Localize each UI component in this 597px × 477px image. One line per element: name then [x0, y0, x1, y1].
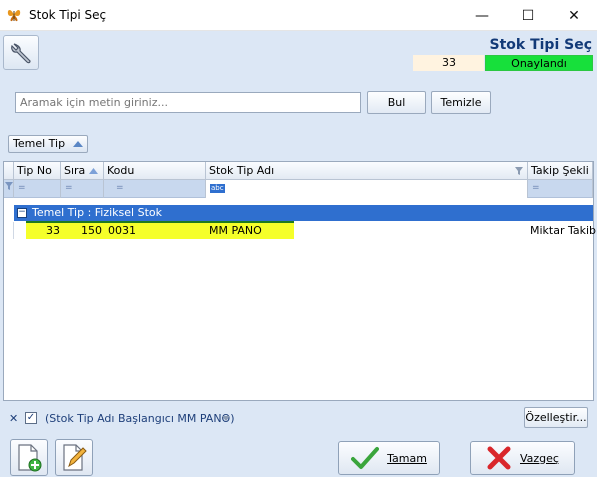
row-indicator [4, 222, 14, 239]
find-button[interactable]: Bul [367, 91, 426, 114]
column-header-sira[interactable]: Sıra [61, 162, 104, 180]
checkmark-icon [351, 447, 380, 469]
cell-kodu: 0031 [108, 224, 136, 237]
close-filter-icon[interactable]: ✕ [9, 412, 18, 425]
cancel-button[interactable]: Vazgeç [470, 441, 575, 475]
filter-row-icon [4, 180, 14, 198]
add-document-icon [18, 443, 42, 471]
sort-ascending-icon [89, 168, 98, 174]
butterfly-icon [7, 10, 21, 22]
column-header-takip-sekli[interactable]: Takip Şekli [528, 162, 593, 180]
filter-cell-takip-sekli[interactable]: = [528, 180, 593, 198]
filter-cell-tip-no[interactable]: = [14, 180, 61, 198]
search-input[interactable] [15, 92, 361, 113]
filter-enabled-checkbox[interactable]: ✓ [25, 412, 37, 424]
column-header-stok-tip-adi[interactable]: Stok Tip Adı [206, 162, 528, 180]
row-indicator-header [4, 162, 14, 180]
record-count: 33 [413, 55, 484, 71]
filter-cell-kodu[interactable]: = [104, 180, 206, 198]
collapse-icon[interactable]: − [17, 208, 27, 218]
ok-button[interactable]: Tamam [338, 441, 440, 475]
customize-button[interactable]: Özelleştir... [524, 407, 588, 428]
chevron-down-icon[interactable] [222, 416, 230, 421]
group-row[interactable]: − Temel Tip : Fiziksel Stok [14, 205, 593, 221]
minimize-button[interactable]: — [459, 0, 505, 31]
edit-document-icon [63, 443, 87, 471]
data-grid: Tip No Sıra Kodu Stok Tip Adı Takip Şekl… [3, 161, 597, 401]
auto-filter-row: = = = abc = [4, 180, 593, 198]
filter-panel: ✕ ✓ (Stok Tip Adı Başlangıcı MM PANO) Öz… [0, 406, 597, 431]
text-filter-icon: abc [210, 184, 225, 193]
status-badge: Onaylandı [485, 55, 593, 71]
title-bar: Stok Tipi Seç — ☐ ✕ [0, 0, 597, 31]
table-row[interactable]: 33 150 0031 MM PANO Miktar Takibi [4, 221, 597, 239]
cell-stok-tip-adi: MM PANO [209, 224, 262, 237]
group-row-label: Temel Tip : Fiziksel Stok [32, 206, 163, 219]
form-title: Stok Tipi Seç [489, 37, 593, 53]
cancel-x-icon [487, 446, 511, 470]
filter-cell-stok-tip-adi[interactable]: abc [206, 180, 528, 198]
filter-cell-sira[interactable]: = [61, 180, 104, 198]
maximize-button[interactable]: ☐ [505, 0, 551, 31]
clear-button[interactable]: Temizle [431, 91, 491, 114]
filter-expression[interactable]: (Stok Tip Adı Başlangıcı MM PANO) [45, 412, 235, 425]
new-button[interactable] [10, 439, 48, 476]
tools-button[interactable] [3, 35, 39, 70]
wrench-icon [11, 42, 31, 63]
column-header-tip-no[interactable]: Tip No [14, 162, 61, 180]
cancel-label: Vazgeç [520, 451, 559, 465]
maximize-icon: ☐ [521, 7, 535, 24]
group-by-label: Temel Tip [13, 137, 66, 150]
cell-sira: 150 [81, 224, 102, 237]
cell-tip-no: 33 [46, 224, 60, 237]
sort-ascending-icon [73, 141, 83, 147]
column-header-kodu[interactable]: Kodu [104, 162, 206, 180]
filter-icon[interactable] [515, 167, 523, 175]
minimize-icon: — [475, 7, 489, 24]
group-by-button[interactable]: Temel Tip [8, 135, 88, 153]
window-title: Stok Tipi Seç [29, 8, 107, 22]
edit-button[interactable] [55, 439, 93, 476]
close-icon: ✕ [568, 7, 580, 24]
ok-label: Tamam [387, 451, 427, 465]
footer: Tamam Vazgeç [0, 436, 597, 477]
close-button[interactable]: ✕ [551, 0, 597, 31]
cell-takip-sekli: Miktar Takibi [530, 224, 597, 237]
